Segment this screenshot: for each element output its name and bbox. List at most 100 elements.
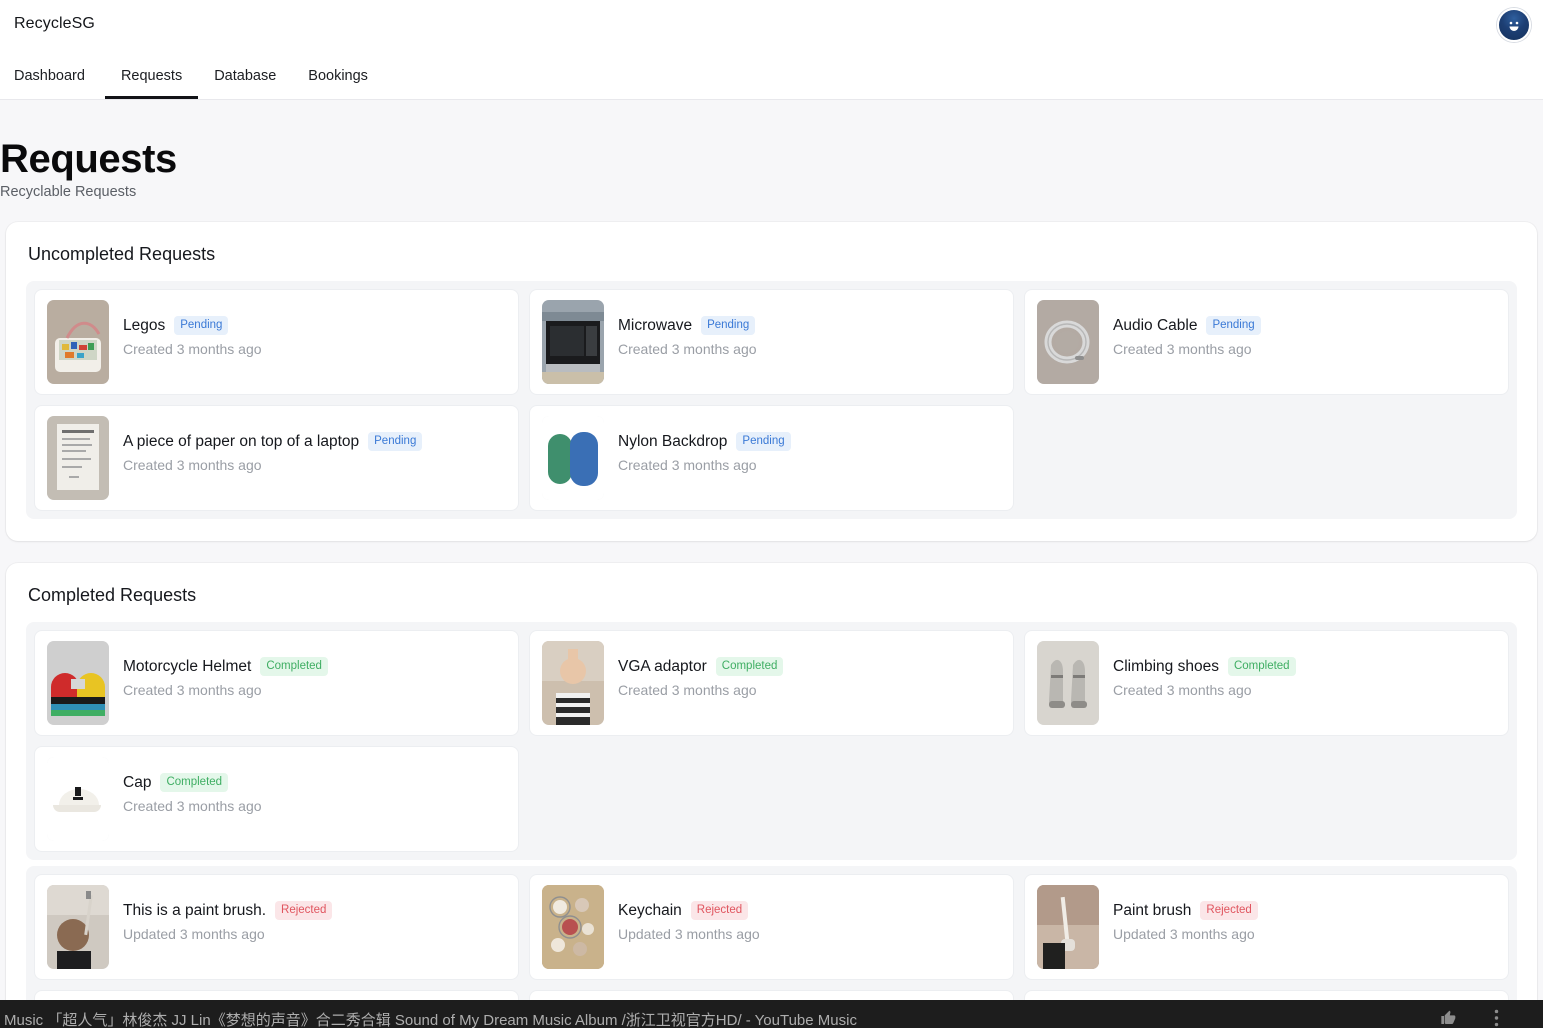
request-title-line: A piece of paper on top of a laptop Pendi…: [123, 432, 506, 451]
request-timestamp: Created 3 months ago: [618, 682, 757, 698]
request-name: This is a paint brush.: [123, 901, 267, 919]
request-name: Nylon Backdrop: [618, 432, 728, 450]
section-uncompleted-requests: Uncompleted Requests Legos Pending Created …: [6, 222, 1537, 541]
request-card[interactable]: Legos Pending Created 3 months ago: [34, 289, 519, 395]
request-card[interactable]: Cap Completed Created 3 months ago: [34, 746, 519, 852]
request-name: Legos: [123, 316, 166, 334]
request-card[interactable]: A piece of paper on top of a laptop Pendi…: [34, 405, 519, 511]
status-badge: Pending: [174, 316, 229, 335]
request-thumbnail: [542, 416, 604, 500]
request-title-line: Nylon Backdrop Pending: [618, 432, 1001, 451]
request-title-line: Climbing shoes Completed: [1113, 657, 1496, 676]
request-thumbnail: [542, 300, 604, 384]
request-title-line: Microwave Pending: [618, 316, 1001, 335]
status-badge: Pending: [1206, 316, 1261, 335]
request-timestamp: Updated 3 months ago: [1113, 926, 1255, 942]
request-details: A piece of paper on top of a laptop Pendi…: [123, 416, 506, 473]
request-thumbnail: [47, 300, 109, 384]
request-name: Cap: [123, 773, 152, 791]
request-details: Paint brush Rejected Updated 3 months ago: [1113, 885, 1496, 942]
request-details: Cap Completed Created 3 months ago: [123, 757, 506, 814]
avatar[interactable]: [1497, 8, 1531, 42]
nav-item-bookings[interactable]: Bookings: [292, 60, 384, 99]
nav-item-database[interactable]: Database: [198, 60, 292, 99]
request-card[interactable]: Microwave Pending Created 3 months ago: [529, 289, 1014, 395]
status-badge: Rejected: [690, 901, 749, 920]
page-subtitle: Recyclable Requests: [0, 184, 137, 200]
request-group: Legos Pending Created 3 months ago Microwav…: [26, 281, 1517, 519]
more-options-icon[interactable]: [1494, 1009, 1499, 1027]
request-title-line: This is a paint brush. Rejected: [123, 901, 506, 920]
request-grid: Legos Pending Created 3 months ago Microwav…: [34, 289, 1509, 511]
status-badge: Pending: [701, 316, 756, 335]
status-badge: Completed: [260, 657, 328, 676]
request-timestamp: Created 3 months ago: [1113, 341, 1252, 357]
request-card[interactable]: Climbing shoes Completed Created 3 months …: [1024, 630, 1509, 736]
request-title-line: Cap Completed: [123, 773, 506, 792]
top-bar: RecycleSG Dashboard Requests Database Booki…: [0, 0, 1543, 100]
request-details: Legos Pending Created 3 months ago: [123, 300, 506, 357]
brand-logo[interactable]: RecycleSG: [14, 15, 95, 33]
status-badge: Pending: [368, 432, 423, 451]
media-title-text: Music 「超人气」林俊杰 JJ Lin《梦想的声音》合二秀合辑 Sound …: [4, 1011, 857, 1028]
nav-item-requests[interactable]: Requests: [104, 60, 199, 99]
request-timestamp: Created 3 months ago: [123, 341, 262, 357]
request-name: Audio Cable: [1113, 316, 1198, 334]
request-name: VGA adaptor: [618, 657, 707, 675]
request-name: Paint brush: [1113, 901, 1192, 919]
page-header: Requests Recyclable Requests: [0, 100, 1543, 222]
sections-container: Uncompleted Requests Legos Pending Created …: [0, 222, 1543, 1028]
smiley-avatar-icon: [1509, 21, 1519, 31]
request-title-line: VGA adaptor Completed: [618, 657, 1001, 676]
request-card[interactable]: Paint brush Rejected Updated 3 months ago: [1024, 874, 1509, 980]
nav-item-dashboard[interactable]: Dashboard: [14, 60, 101, 99]
request-card[interactable]: Motorcycle Helmet Completed Created 3 mont…: [34, 630, 519, 736]
request-name: Motorcycle Helmet: [123, 657, 252, 675]
request-title-line: Motorcycle Helmet Completed: [123, 657, 506, 676]
request-details: Climbing shoes Completed Created 3 months …: [1113, 641, 1496, 698]
thumbs-up-icon[interactable]: [1440, 1010, 1456, 1026]
request-thumbnail: [1037, 885, 1099, 969]
request-timestamp: Created 3 months ago: [123, 682, 262, 698]
request-name: Microwave: [618, 316, 693, 334]
status-badge: Completed: [715, 657, 784, 676]
request-thumbnail: [542, 641, 604, 725]
request-timestamp: Created 3 months ago: [123, 457, 262, 473]
request-card[interactable]: Nylon Backdrop Pending Created 3 months ag…: [529, 405, 1014, 511]
request-timestamp: Updated 3 months ago: [618, 926, 760, 942]
request-thumbnail: [47, 757, 109, 841]
status-badge: Rejected: [275, 901, 333, 920]
request-name: A piece of paper on top of a laptop: [123, 432, 360, 450]
request-thumbnail: [542, 885, 604, 969]
request-group: Motorcycle Helmet Completed Created 3 mont…: [26, 622, 1517, 860]
request-card[interactable]: This is a paint brush. Rejected Updated 3 …: [34, 874, 519, 980]
request-title-line: Paint brush Rejected: [1113, 901, 1496, 920]
section-title: Completed Requests: [28, 585, 197, 605]
request-thumbnail: [1037, 641, 1099, 725]
request-card[interactable]: Keychain Rejected Updated 3 months ago: [529, 874, 1014, 980]
request-details: Audio Cable Pending Created 3 months ago: [1113, 300, 1496, 357]
request-details: Nylon Backdrop Pending Created 3 months ag…: [618, 416, 1001, 473]
request-name: Climbing shoes: [1113, 657, 1219, 675]
section-completed-requests: Completed Requests Motorcycle Helmet Compl…: [6, 563, 1537, 1028]
request-details: VGA adaptor Completed Created 3 months ago: [618, 641, 1001, 698]
request-timestamp: Created 3 months ago: [1113, 682, 1252, 698]
request-thumbnail: [47, 416, 109, 500]
request-details: Motorcycle Helmet Completed Created 3 mont…: [123, 641, 506, 698]
media-overlay-bar: Music 「超人气」林俊杰 JJ Lin《梦想的声音》合二秀合辑 Sound …: [0, 1000, 1543, 1028]
request-timestamp: Created 3 months ago: [618, 457, 757, 473]
request-thumbnail: [47, 641, 109, 725]
request-title-line: Legos Pending: [123, 316, 506, 335]
request-card[interactable]: Audio Cable Pending Created 3 months ago: [1024, 289, 1509, 395]
request-details: Keychain Rejected Updated 3 months ago: [618, 885, 1001, 942]
request-timestamp: Created 3 months ago: [123, 798, 262, 814]
media-actions: [1440, 1009, 1543, 1027]
status-badge: Rejected: [1200, 901, 1258, 920]
request-card[interactable]: VGA adaptor Completed Created 3 months ago: [529, 630, 1014, 736]
request-thumbnail: [47, 885, 109, 969]
status-badge: Completed: [1227, 657, 1296, 676]
request-title-line: Keychain Rejected: [618, 901, 1001, 920]
status-badge: Completed: [160, 773, 229, 792]
main-nav: Dashboard Requests Database Bookings: [14, 60, 384, 99]
request-timestamp: Created 3 months ago: [618, 341, 757, 357]
